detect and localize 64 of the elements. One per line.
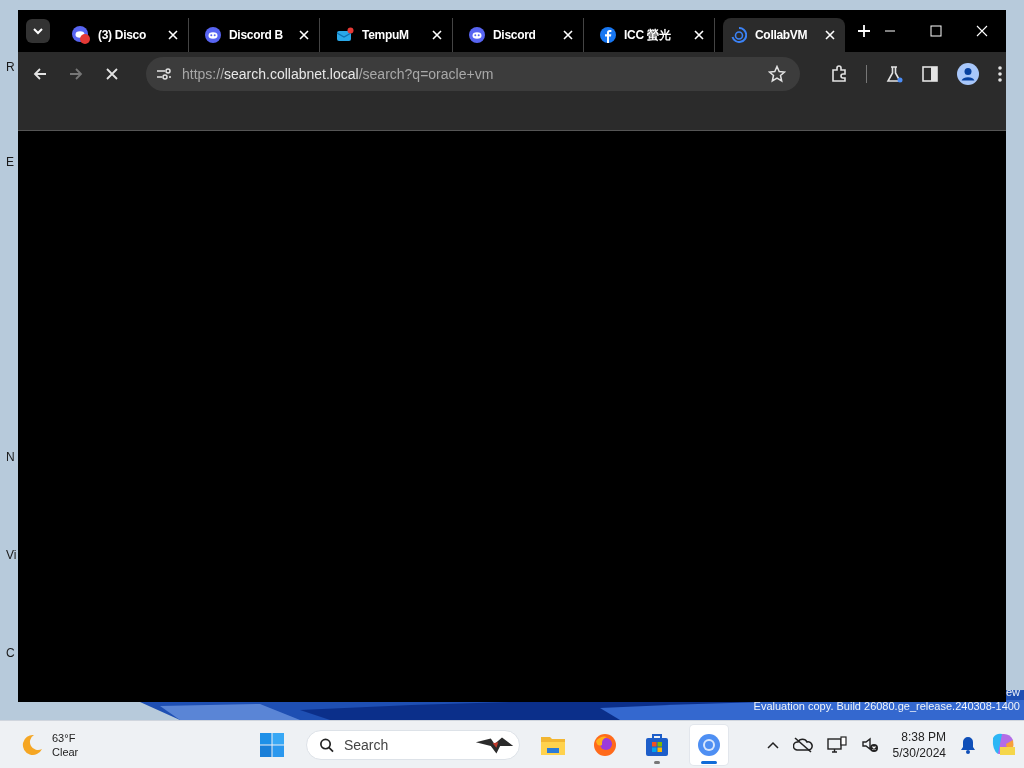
menu-icon[interactable] (997, 65, 1003, 83)
desktop-icon-label[interactable]: N (6, 450, 15, 464)
search-field[interactable]: Search (341, 735, 466, 754)
spinner-icon (731, 27, 747, 43)
store-icon[interactable] (645, 732, 669, 757)
tab-title: Discord B (229, 28, 284, 42)
tab-title: (3) Disco (98, 28, 147, 42)
search-icon (319, 736, 334, 753)
bell-icon[interactable] (960, 735, 976, 754)
back-icon[interactable] (32, 66, 48, 82)
site-settings-icon[interactable] (156, 67, 172, 81)
running-indicator (654, 760, 660, 764)
desktop-icon-label[interactable]: Vi (6, 548, 17, 562)
weather-condition-text: Clear (52, 744, 79, 759)
stop-icon[interactable] (104, 66, 120, 82)
moon-icon (20, 732, 44, 757)
browser-tab[interactable]: CollabVM (723, 18, 845, 52)
discord-notification-icon (72, 26, 90, 44)
search-bar[interactable]: Search (306, 729, 520, 760)
close-icon[interactable] (976, 25, 988, 37)
discord-icon (205, 27, 221, 43)
tab-title: Discord (493, 28, 537, 42)
close-icon[interactable] (563, 30, 573, 40)
close-icon[interactable] (299, 30, 309, 40)
discord-icon (469, 27, 485, 43)
facebook-icon (600, 27, 616, 43)
forward-icon[interactable] (68, 66, 84, 82)
temperature-text: 63°F (52, 730, 77, 745)
watermark-text: Evaluation copy. Build 26080.ge_release.240308-1400 (753, 700, 1020, 713)
address-bar[interactable]: https://search.collabnet.local/search?q=oracle+vm (146, 57, 800, 91)
url-text: https://search.collabnet.local/search?q=oracle+vm (182, 66, 495, 82)
watermark-text: ew (1005, 686, 1020, 699)
puzzle-icon[interactable] (830, 65, 848, 83)
copilot-icon[interactable] (990, 731, 1016, 758)
chevron-icon[interactable] (766, 740, 779, 749)
tab-title: TempuM (362, 28, 410, 42)
firefox-icon[interactable] (593, 732, 617, 757)
close-icon[interactable] (432, 30, 442, 40)
desktop-icon-label[interactable]: E (6, 155, 14, 169)
desktop-icon-label[interactable]: R (6, 60, 15, 74)
tab-title: ICC 螢光 (624, 26, 672, 44)
flask-icon[interactable] (885, 65, 903, 83)
start-icon[interactable] (260, 732, 284, 757)
clock-date[interactable]: 5/30/2024 (892, 744, 946, 761)
taskbar-app-button[interactable] (690, 724, 728, 765)
tab-search-button[interactable] (26, 19, 50, 43)
desktop-icon-label[interactable]: C (6, 646, 15, 660)
running-indicator (701, 760, 717, 764)
new-tab-icon[interactable] (857, 24, 871, 38)
chevron-icon (32, 27, 44, 35)
clock-time[interactable]: 8:38 PM (901, 728, 946, 745)
avatar-icon[interactable] (957, 63, 979, 85)
network-icon[interactable] (826, 735, 847, 754)
speaker-muted-icon[interactable] (860, 735, 879, 754)
browser-icon[interactable] (697, 732, 721, 757)
maximize-icon[interactable] (930, 25, 942, 37)
close-icon[interactable] (694, 30, 704, 40)
side-panel-icon[interactable] (921, 65, 939, 83)
star-icon[interactable] (768, 65, 786, 83)
tab-title: CollabVM (755, 28, 809, 42)
cloud-off-icon[interactable] (792, 736, 813, 753)
mail-icon (336, 27, 354, 43)
close-icon[interactable] (168, 30, 178, 40)
close-icon[interactable] (825, 30, 835, 40)
